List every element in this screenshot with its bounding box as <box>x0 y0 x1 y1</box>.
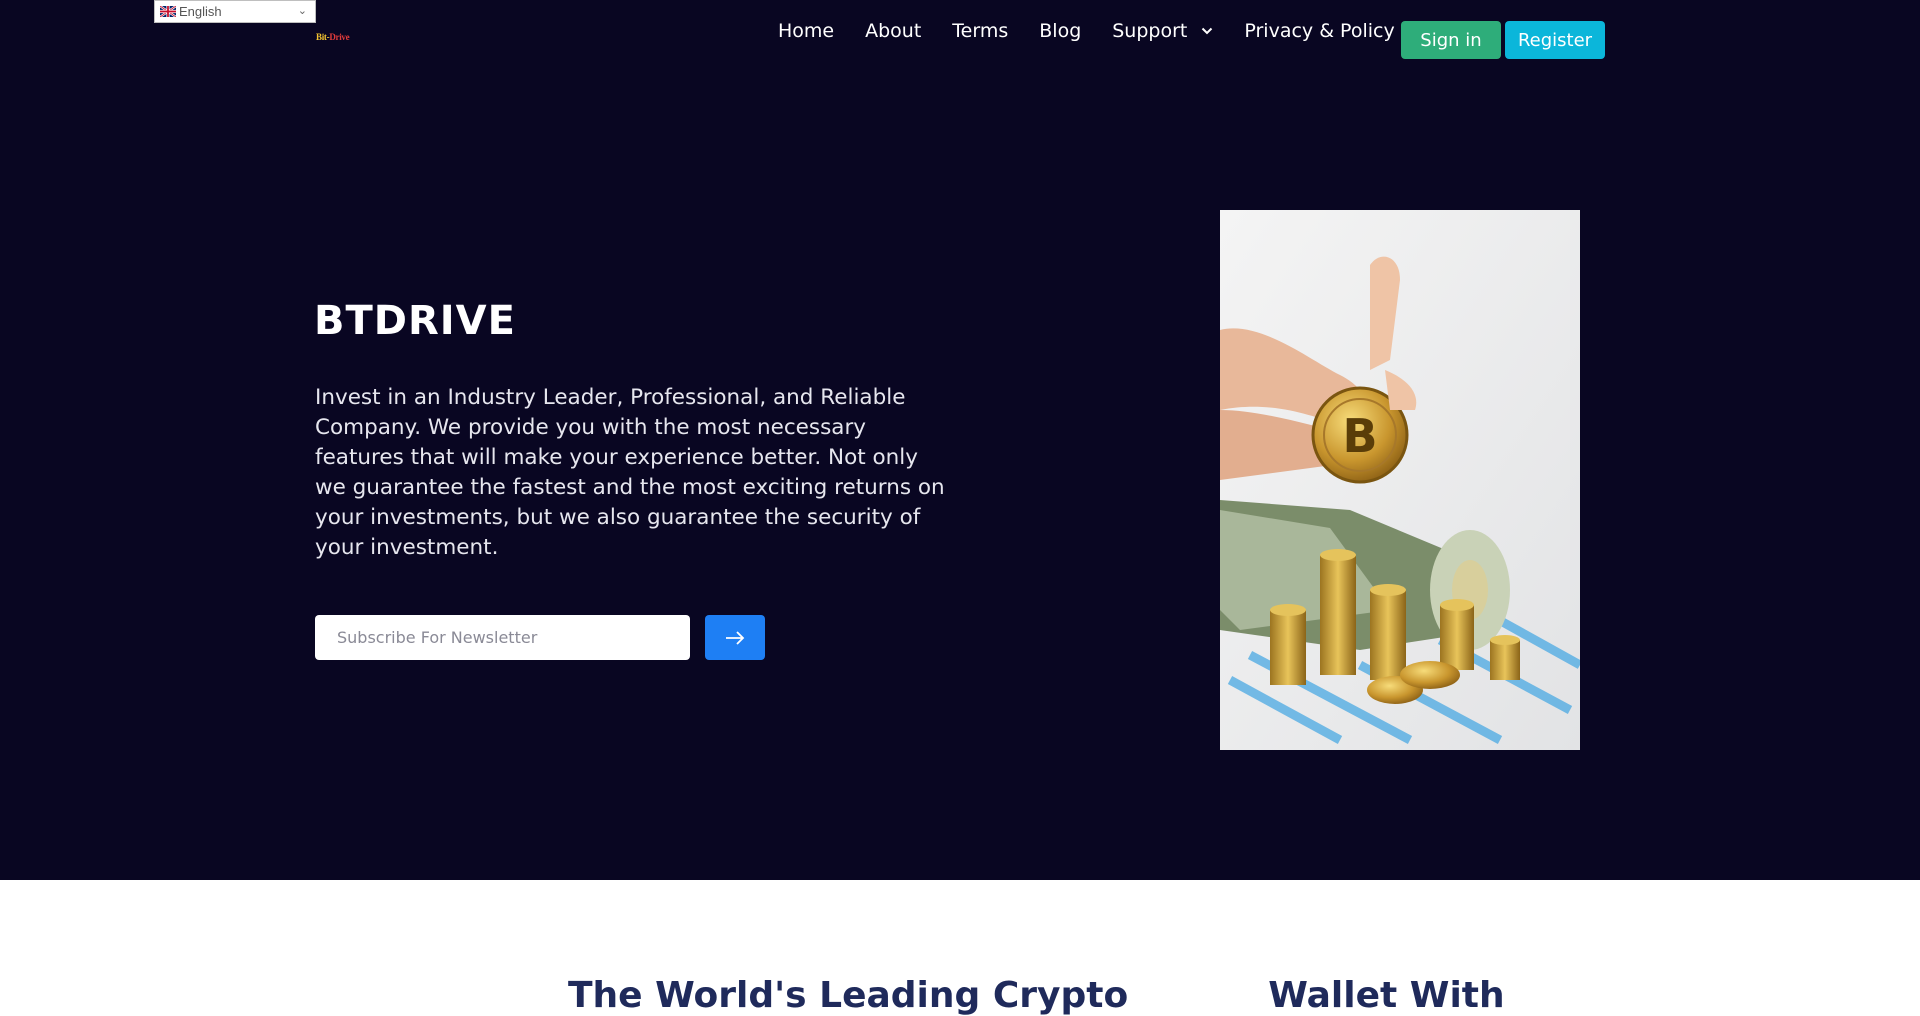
main-nav: Home About Terms Blog Support Privacy & … <box>778 20 1452 42</box>
nav-terms[interactable]: Terms <box>952 20 1008 42</box>
nav-blog[interactable]: Blog <box>1039 20 1081 42</box>
logo-part2: Drive <box>329 32 350 42</box>
sign-in-button[interactable]: Sign in <box>1401 21 1501 59</box>
newsletter-input[interactable] <box>315 615 690 660</box>
bitcoin-hand-illustration: B <box>1220 210 1580 750</box>
chevron-down-icon <box>1202 27 1213 35</box>
nav-support[interactable]: Support <box>1112 20 1213 42</box>
arrow-right-icon <box>726 630 745 645</box>
chevron-down-icon: ⌄ <box>297 5 307 17</box>
hero-title: BTDRIVE <box>314 298 516 344</box>
nav-home[interactable]: Home <box>778 20 834 42</box>
nav-privacy-label: Privacy & Policy <box>1244 20 1395 42</box>
newsletter-submit-button[interactable] <box>705 615 765 660</box>
nav-privacy-policy[interactable]: Privacy & Policy <box>1244 20 1420 42</box>
register-button[interactable]: Register <box>1505 21 1605 59</box>
uk-flag-icon <box>160 6 176 17</box>
nav-about-label: About <box>865 20 922 42</box>
svg-text:B: B <box>1342 409 1377 463</box>
nav-support-label: Support <box>1112 20 1188 42</box>
section-heading: The World's Leading Crypto Wallet With <box>568 975 1505 1016</box>
language-selector[interactable]: English ⌄ <box>154 0 316 23</box>
nav-home-label: Home <box>778 20 835 42</box>
nav-blog-label: Blog <box>1039 20 1082 42</box>
nav-terms-label: Terms <box>952 20 1009 42</box>
nav-about[interactable]: About <box>865 20 921 42</box>
hero-image: B <box>1220 210 1580 750</box>
language-label: English <box>179 4 222 19</box>
section-heading-left: The World's Leading Crypto <box>568 975 1129 1016</box>
hero-description: Invest in an Industry Leader, Profession… <box>315 385 945 560</box>
hero-section <box>0 0 1920 880</box>
site-logo[interactable]: Bit-Drive <box>316 32 350 42</box>
logo-part1: Bit- <box>316 32 330 42</box>
section-heading-right: Wallet With <box>1268 975 1505 1016</box>
